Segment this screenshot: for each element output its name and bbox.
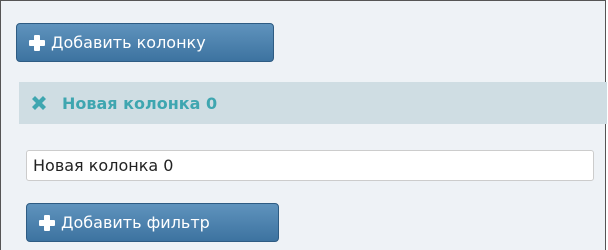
column-title: Новая колонка 0 — [62, 93, 218, 113]
column-header: Новая колонка 0 — [19, 82, 607, 124]
add-filter-label: Добавить фильтр — [61, 213, 210, 232]
column-name-input[interactable] — [26, 150, 594, 181]
add-filter-button[interactable]: Добавить фильтр — [26, 203, 279, 242]
column-editor-panel: Добавить колонку Новая колонка 0 Добавит… — [0, 0, 607, 250]
add-column-label: Добавить колонку — [51, 33, 206, 52]
plus-icon — [37, 213, 57, 233]
plus-icon — [27, 33, 47, 53]
add-column-button[interactable]: Добавить колонку — [16, 23, 274, 62]
close-icon[interactable] — [28, 92, 50, 114]
